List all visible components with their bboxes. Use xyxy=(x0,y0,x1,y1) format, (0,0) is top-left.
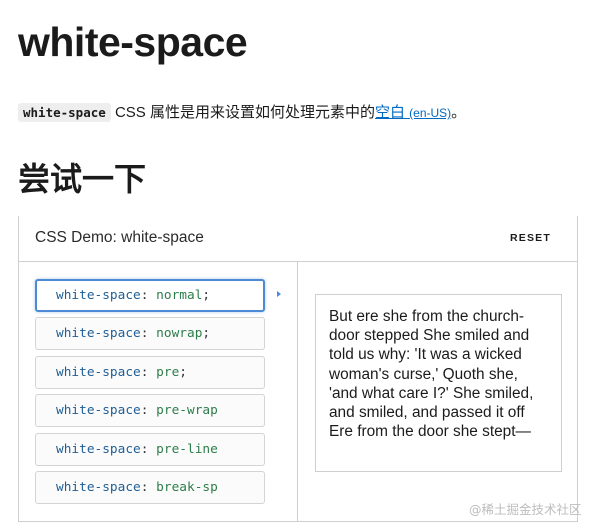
choice-semicolon: ; xyxy=(202,326,211,341)
choice-value: normal xyxy=(156,288,203,303)
choice-semicolon: ; xyxy=(179,365,188,380)
choice-semicolon: ; xyxy=(202,288,211,303)
reset-button[interactable]: RESET xyxy=(510,232,551,244)
choice-property: white-space xyxy=(56,403,141,418)
choice-colon: : xyxy=(140,288,157,303)
choice-property: white-space xyxy=(56,365,141,380)
choice-colon: : xyxy=(140,442,157,457)
demo-title: CSS Demo: white-space xyxy=(35,229,204,246)
choice-value: pre xyxy=(156,365,180,380)
selected-marker-icon xyxy=(277,291,281,297)
choice-value: pre-line xyxy=(156,442,218,457)
demo-choices: white-space: normal; white-space: nowrap… xyxy=(19,262,298,522)
intro-tail: 。 xyxy=(451,104,467,121)
choice-break-spaces[interactable]: white-space: break-sp xyxy=(35,471,265,504)
choice-value: break-sp xyxy=(156,480,218,495)
choice-colon: : xyxy=(140,326,157,341)
choice-colon: : xyxy=(140,403,157,418)
intro-code: white-space xyxy=(18,103,111,122)
choice-value: pre-wrap xyxy=(156,403,218,418)
choice-property: white-space xyxy=(56,326,141,341)
choice-nowrap[interactable]: white-space: nowrap; xyxy=(35,317,265,350)
section-title: 尝试一下 xyxy=(18,161,147,197)
choice-property: white-space xyxy=(56,442,141,457)
choice-property: white-space xyxy=(56,480,141,495)
demo-output: But ere she from the church-door stepped… xyxy=(315,294,562,472)
intro-text: CSS 属性是用来设置如何处理元素中的 xyxy=(110,104,375,121)
choice-colon: : xyxy=(140,480,157,495)
choice-pre-line[interactable]: white-space: pre-line xyxy=(35,433,265,466)
css-demo-panel: CSS Demo: white-space RESET white-space:… xyxy=(18,216,578,522)
choice-colon: : xyxy=(140,365,157,380)
demo-header: CSS Demo: white-space RESET xyxy=(19,216,577,262)
choice-pre-wrap[interactable]: white-space: pre-wrap xyxy=(35,394,265,427)
watermark: @稀土掘金技术社区 xyxy=(469,502,582,517)
intro-paragraph: white-space CSS 属性是用来设置如何处理元素中的空白 (en-US… xyxy=(18,100,578,126)
page-title: white-space xyxy=(18,19,248,65)
choice-value: nowrap xyxy=(156,326,203,341)
whitespace-link[interactable]: 空白 (en-US) xyxy=(375,104,451,121)
choice-pre[interactable]: white-space: pre; xyxy=(35,356,265,389)
whitespace-link-lang: (en-US) xyxy=(409,106,452,120)
whitespace-link-text: 空白 xyxy=(374,104,410,121)
choice-property: white-space xyxy=(56,288,141,303)
choice-normal[interactable]: white-space: normal; xyxy=(35,279,265,312)
